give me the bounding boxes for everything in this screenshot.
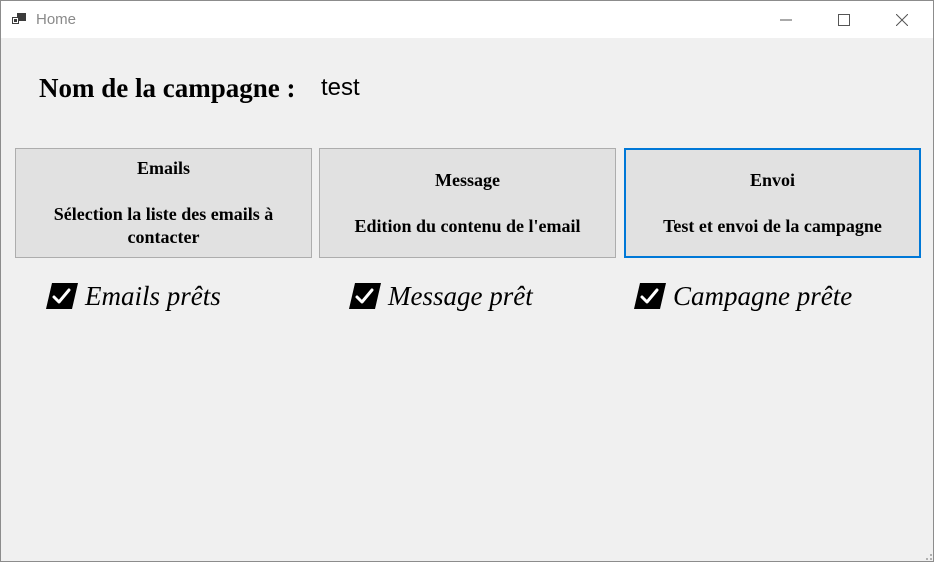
emails-ready-checkbox[interactable]: Emails prêts — [45, 279, 221, 313]
emails-button-title: Emails — [136, 158, 190, 178]
envoi-button-title: Envoi — [749, 169, 796, 190]
message-button-subtitle: Edition du contenu de l'email — [354, 215, 581, 236]
message-button[interactable]: Message Edition du contenu de l'email — [319, 148, 616, 258]
checkbox-checked-icon — [349, 283, 381, 309]
close-icon — [896, 13, 908, 26]
message-ready-label: Message prêt — [388, 280, 533, 311]
minimize-icon — [780, 19, 792, 20]
main-window: Home Nom de la campagne : test Emails Sé… — [0, 0, 934, 562]
maximize-icon — [838, 13, 850, 26]
emails-button-subtitle: Sélection la liste des emails à contacte… — [53, 204, 274, 247]
envoi-button-subtitle: Test et envoi de la campagne — [663, 215, 882, 236]
envoi-button[interactable]: Envoi Test et envoi de la campagne — [624, 148, 921, 258]
campaign-name-value: test — [321, 74, 360, 101]
campaign-ready-checkbox[interactable]: Campagne prête — [633, 279, 852, 313]
message-button-title: Message — [435, 169, 500, 190]
app-window-icon — [12, 13, 26, 24]
emails-button[interactable]: Emails Sélection la liste des emails à c… — [15, 148, 312, 258]
close-button[interactable] — [873, 1, 931, 38]
message-ready-checkbox[interactable]: Message prêt — [348, 279, 533, 313]
checkbox-checked-icon — [46, 283, 78, 309]
maximize-button[interactable] — [815, 1, 873, 38]
window-title: Home — [36, 11, 77, 28]
emails-ready-label: Emails prêts — [85, 280, 221, 311]
minimize-button[interactable] — [757, 1, 815, 38]
resize-grip-icon[interactable] — [926, 554, 932, 560]
campaign-ready-label: Campagne prête — [673, 280, 853, 311]
title-bar[interactable]: Home — [1, 1, 933, 38]
campaign-name-label: Nom de la campagne : — [39, 73, 296, 103]
checkbox-checked-icon — [634, 283, 666, 309]
